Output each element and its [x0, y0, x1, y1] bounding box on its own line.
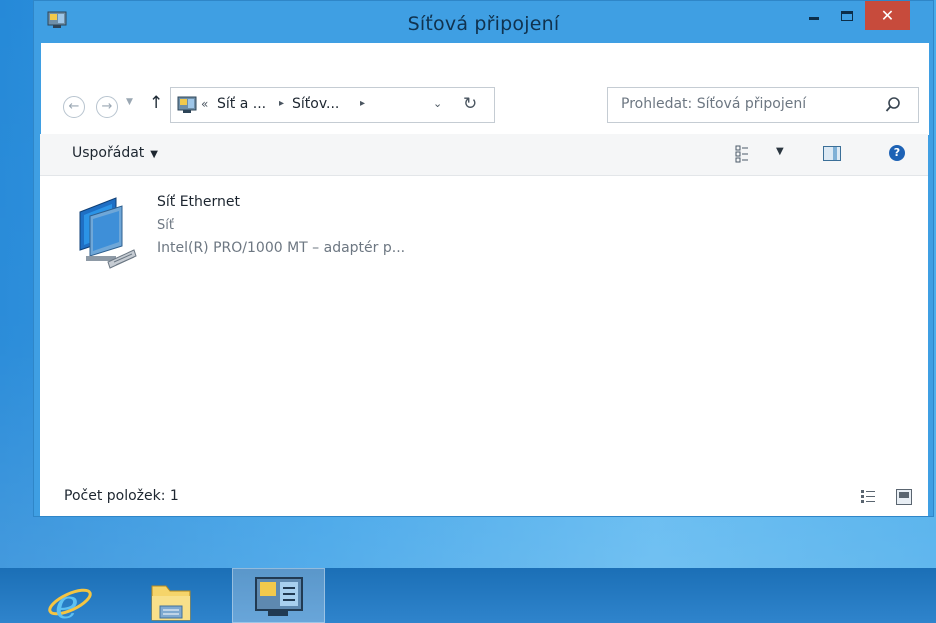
search-input[interactable]: Prohledat: Síťová připojení	[607, 87, 919, 123]
title-bar[interactable]: Síťová připojení	[34, 1, 933, 43]
breadcrumb-separator-icon[interactable]: ▸	[360, 98, 365, 109]
connection-adapter: Intel(R) PRO/1000 MT – adaptér p...	[157, 240, 406, 256]
organize-menu[interactable]: Uspořádat ▼	[72, 145, 158, 161]
large-icons-view-icon[interactable]	[896, 489, 912, 505]
close-button[interactable]: ✕	[865, 1, 910, 30]
breadcrumb-separator-icon[interactable]: ▸	[279, 98, 284, 109]
address-overflow-chevron[interactable]: «	[201, 97, 208, 111]
network-connections-icon	[255, 577, 303, 616]
forward-button[interactable]: →	[96, 96, 118, 118]
minimize-icon	[809, 17, 819, 20]
item-count: Počet položek: 1	[64, 488, 179, 504]
refresh-button[interactable]: ↻	[463, 94, 477, 114]
search-placeholder: Prohledat: Síťová připojení	[621, 96, 807, 112]
view-options-chevron-down-icon[interactable]: ▼	[776, 146, 784, 157]
help-icon[interactable]: ?	[889, 145, 905, 161]
connection-name: Síť Ethernet	[157, 194, 241, 210]
network-connections-taskbar-button[interactable]	[232, 568, 325, 623]
preview-pane-icon[interactable]	[823, 146, 841, 161]
connection-network: Síť	[157, 218, 174, 233]
maximize-icon	[841, 10, 853, 21]
internet-explorer-icon[interactable]: e	[44, 574, 94, 623]
recent-locations-button[interactable]: ▼	[126, 97, 133, 107]
address-bar[interactable]: « Síť a ... ▸ Síťov... ▸ ⌄ ↻	[170, 87, 495, 123]
svg-text:e: e	[55, 582, 79, 623]
details-view-icon[interactable]	[860, 489, 876, 505]
maximize-button[interactable]	[833, 1, 861, 30]
command-bar: Uspořádat ▼ ▼ ?	[40, 134, 928, 176]
breadcrumb-network-connections[interactable]: Síťov...	[292, 96, 339, 112]
breadcrumb-network-and-sharing[interactable]: Síť a ...	[217, 96, 266, 112]
change-view-icon[interactable]	[735, 145, 749, 163]
file-explorer-icon[interactable]	[146, 574, 196, 623]
chevron-down-icon: ▼	[150, 149, 158, 160]
search-icon[interactable]	[885, 96, 901, 114]
file-list: Síť Ethernet Síť Intel(R) PRO/1000 MT – …	[40, 176, 928, 477]
taskbar: e	[0, 568, 936, 623]
status-bar: Počet položek: 1	[40, 477, 928, 516]
back-button[interactable]: ←	[63, 96, 85, 118]
close-icon: ✕	[880, 6, 895, 25]
minimize-button[interactable]	[801, 1, 827, 30]
network-connections-icon	[177, 96, 197, 113]
up-button[interactable]: ↑	[149, 93, 163, 113]
window-title: Síťová připojení	[407, 13, 560, 35]
ethernet-network-icon	[79, 197, 137, 269]
address-history-dropdown[interactable]: ⌄	[433, 97, 442, 110]
organize-label: Uspořádat	[72, 145, 145, 161]
